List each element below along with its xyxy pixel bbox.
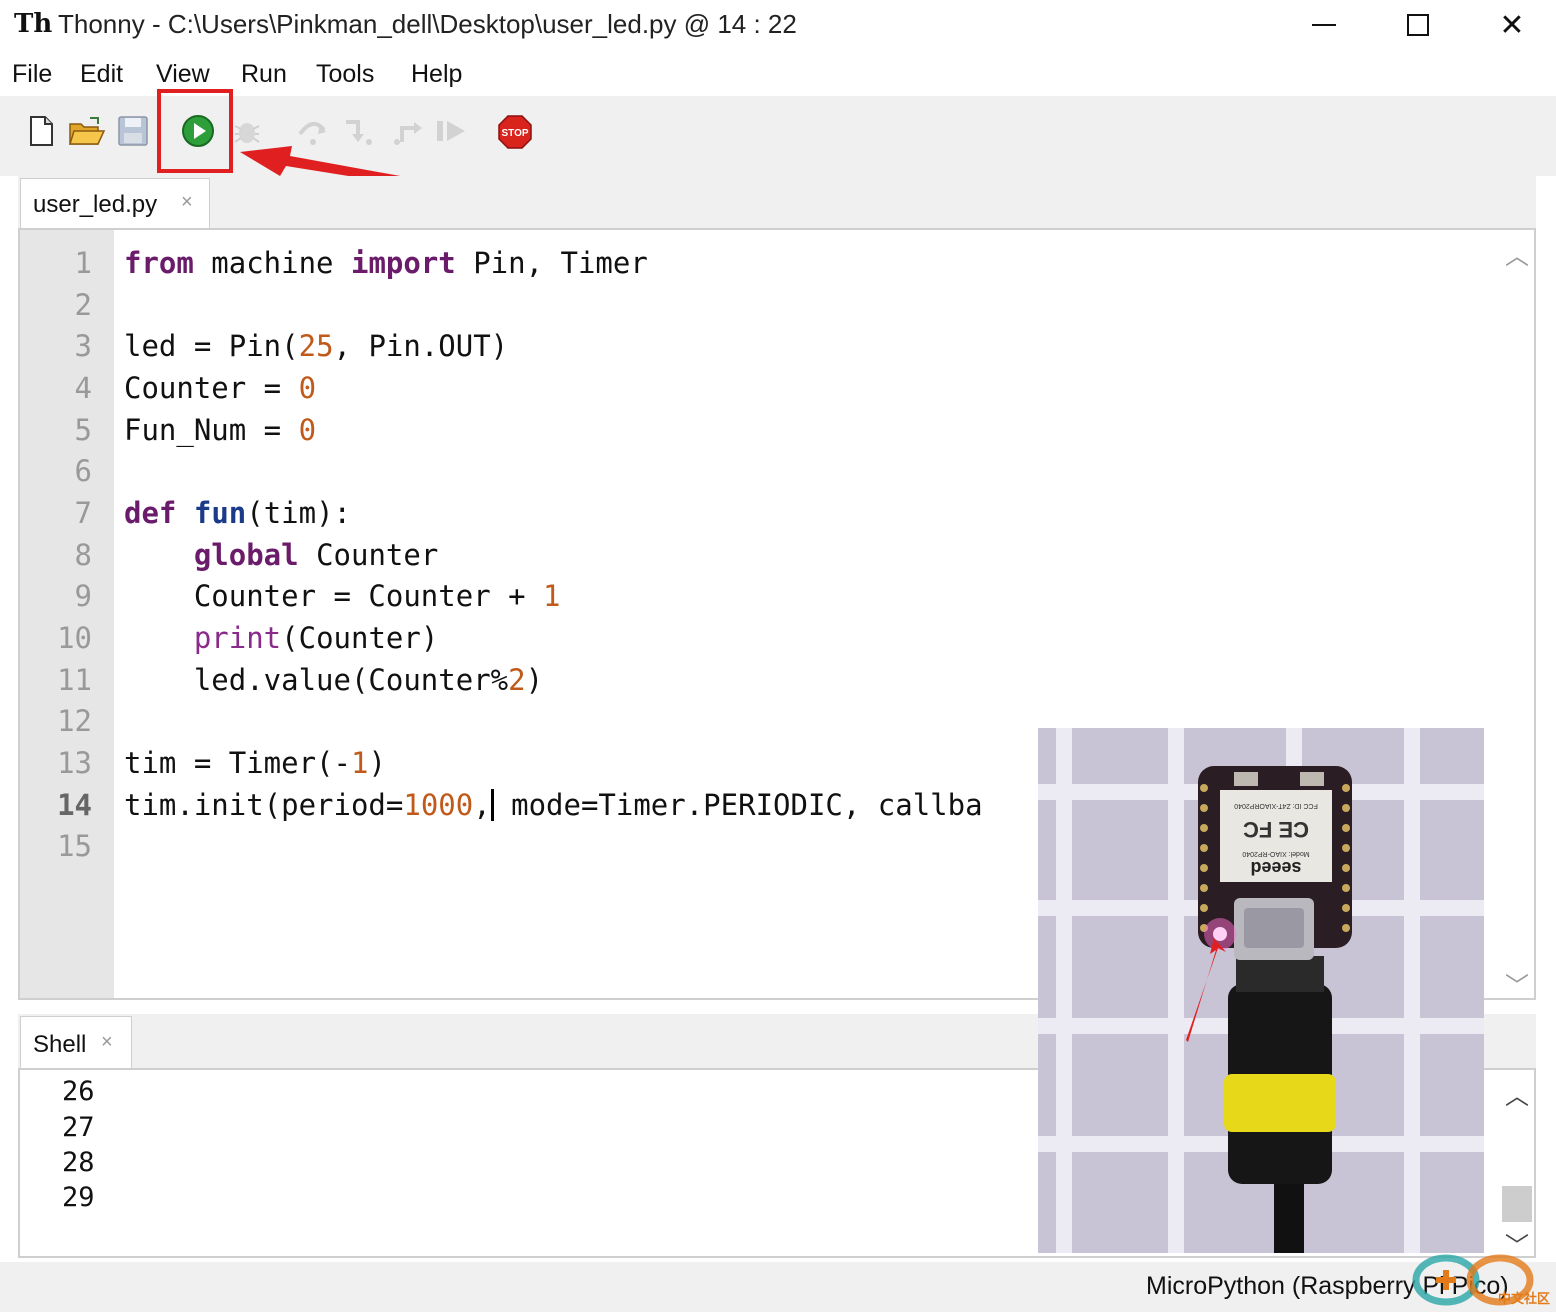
tab-shell[interactable]: Shell × xyxy=(20,1016,132,1070)
code-line: tim = Timer(-1) xyxy=(124,746,386,780)
maximize-button[interactable] xyxy=(1372,0,1464,50)
shell-scrollbar[interactable]: ︿ ﹀ xyxy=(1500,1070,1534,1260)
line-number: 4 xyxy=(74,371,92,405)
line-number-gutter: 1 2 3 4 5 6 7 8 9 10 11 12 13 14 15 xyxy=(20,230,114,998)
scroll-up-icon[interactable]: ︿ xyxy=(1500,236,1534,271)
menu-file[interactable]: File xyxy=(12,60,52,89)
scroll-down-icon[interactable]: ﹀ xyxy=(1500,966,1534,1001)
menu-view[interactable]: View xyxy=(156,60,210,89)
save-disk-icon xyxy=(118,116,148,146)
line-number: 1 xyxy=(74,246,92,280)
model-text: Model: XIAO-RP2040 xyxy=(1242,850,1309,857)
line-number: 3 xyxy=(74,329,92,363)
line-number: 11 xyxy=(57,663,92,697)
code-line: global Counter xyxy=(193,538,439,572)
ce-fc-marks: CE FC xyxy=(1243,817,1309,842)
line-number: 5 xyxy=(74,413,92,447)
xiao-board-illustration: FCC ID: Z4T-XIAORP2040 CE FC Model: XIAO… xyxy=(1186,766,1352,1253)
window-title: Thonny - C:\Users\Pinkman_dell\Desktop\u… xyxy=(58,9,797,39)
minimize-icon xyxy=(1312,24,1336,26)
new-file-button[interactable] xyxy=(24,114,58,148)
line-number: 6 xyxy=(74,454,92,488)
seeed-logo-text: seeed xyxy=(1250,858,1301,878)
text-cursor xyxy=(490,789,494,821)
thonny-logo-icon: Th xyxy=(14,9,53,39)
shell-scroll-thumb[interactable] xyxy=(1502,1186,1532,1222)
shell-output-line: 28 xyxy=(62,1147,95,1178)
title-bar: Th Thonny - C:\Users\Pinkman_dell\Deskto… xyxy=(0,0,1556,52)
code-line-current: tim.init(period=1000, mode=Timer.PERIODI… xyxy=(124,788,983,822)
line-number: 15 xyxy=(57,829,92,863)
code-line: led.value(Counter%2) xyxy=(124,663,544,697)
editor-tab-bar: user_led.py × xyxy=(18,176,1536,228)
code-line: def fun(tim): xyxy=(124,496,352,530)
line-number: 10 xyxy=(57,621,92,655)
shell-output-line: 26 xyxy=(62,1076,95,1107)
menu-run[interactable]: Run xyxy=(241,60,287,89)
current-line-number: 14 xyxy=(57,788,92,822)
close-window-button[interactable]: ✕ xyxy=(1466,0,1556,50)
line-number: 2 xyxy=(74,288,92,322)
run-button-highlight xyxy=(157,89,233,173)
code-line: from machine import Pin, Timer xyxy=(124,246,648,280)
menu-bar: File Edit View Run Tools Help xyxy=(0,56,1556,96)
maximize-icon xyxy=(1407,14,1429,36)
line-number: 12 xyxy=(57,704,92,738)
line-number: 8 xyxy=(74,538,92,572)
open-file-button[interactable] xyxy=(68,114,106,148)
menu-tools[interactable]: Tools xyxy=(316,60,374,89)
watermark: 中文社区 xyxy=(1404,1244,1554,1310)
line-number: 9 xyxy=(74,579,92,613)
menu-edit[interactable]: Edit xyxy=(80,60,123,89)
line-number: 7 xyxy=(74,496,92,530)
code-line: led = Pin(25, Pin.OUT) xyxy=(124,329,509,363)
tab-user-led[interactable]: user_led.py × xyxy=(20,178,210,228)
watermark-text: 中文社区 xyxy=(1498,1291,1551,1306)
shell-output-line: 27 xyxy=(62,1112,95,1143)
shell-tab-close-icon[interactable]: × xyxy=(101,1031,113,1054)
code-line: print(Counter) xyxy=(193,621,439,655)
tab-label: user_led.py xyxy=(33,191,158,218)
code-line: Fun_Num = 0 xyxy=(124,413,317,447)
new-file-icon xyxy=(30,116,53,146)
stop-button[interactable]: STOP xyxy=(497,114,532,149)
line-number: 13 xyxy=(57,746,92,780)
shell-output-line: 29 xyxy=(62,1182,95,1213)
open-folder-icon xyxy=(68,117,106,145)
board-photo: FCC ID: Z4T-XIAORP2040 CE FC Model: XIAO… xyxy=(1038,728,1484,1253)
shell-scroll-up-icon[interactable]: ︿ xyxy=(1500,1076,1534,1111)
editor-scrollbar[interactable]: ︿ ﹀ xyxy=(1500,230,1534,1001)
code-line: Counter = 0 xyxy=(124,371,317,405)
status-bar: MicroPython (Raspberry Pi Pico) xyxy=(0,1262,1556,1312)
code-line: Counter = Counter + 1 xyxy=(124,579,561,613)
tab-close-icon[interactable]: × xyxy=(181,191,193,214)
minimize-button[interactable] xyxy=(1278,0,1370,50)
stop-label: STOP xyxy=(501,128,528,139)
fcc-id-text: FCC ID: Z4T-XIAORP2040 xyxy=(1234,802,1318,809)
stop-sign-icon: STOP xyxy=(498,115,532,149)
save-file-button[interactable] xyxy=(116,114,150,148)
shell-tab-label: Shell xyxy=(33,1031,87,1058)
close-icon: ✕ xyxy=(1499,8,1525,42)
menu-help[interactable]: Help xyxy=(411,60,462,89)
